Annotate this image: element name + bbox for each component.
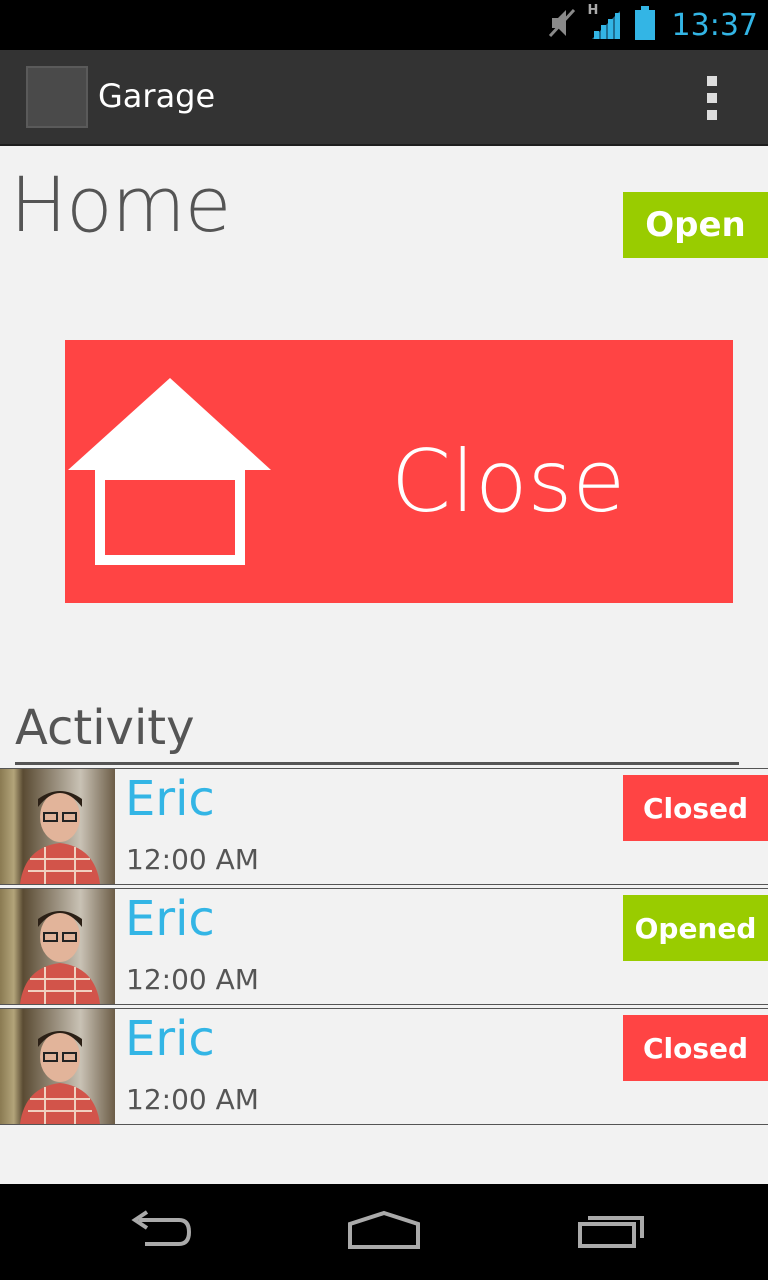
activity-user-name: Eric bbox=[125, 1011, 215, 1067]
activity-status-badge: Closed bbox=[623, 775, 768, 841]
activity-header: Activity bbox=[15, 700, 195, 756]
activity-row[interactable]: Eric 12:00 AM Closed bbox=[0, 1008, 768, 1125]
home-button[interactable] bbox=[324, 1184, 444, 1280]
navigation-bar bbox=[0, 1184, 768, 1280]
recent-apps-button[interactable] bbox=[552, 1184, 672, 1280]
activity-time: 12:00 AM bbox=[126, 1083, 259, 1116]
battery-icon bbox=[634, 6, 656, 44]
mute-icon bbox=[548, 6, 578, 44]
avatar bbox=[0, 889, 115, 1004]
menu-dot bbox=[707, 110, 717, 120]
activity-status-badge: Opened bbox=[623, 895, 768, 961]
avatar bbox=[0, 769, 115, 884]
app-title: Garage bbox=[98, 77, 216, 115]
door-status-badge: Open bbox=[623, 192, 768, 258]
activity-user-name: Eric bbox=[125, 771, 215, 827]
overflow-menu-icon[interactable] bbox=[696, 76, 728, 120]
close-door-label: Close bbox=[391, 432, 626, 532]
activity-row[interactable]: Eric 12:00 AM Closed bbox=[0, 768, 768, 885]
garage-door-icon bbox=[65, 376, 275, 570]
signal-icon: H bbox=[588, 3, 624, 43]
avatar bbox=[0, 1009, 115, 1124]
app-icon[interactable] bbox=[26, 66, 88, 128]
status-bar: H 13:37 bbox=[0, 0, 768, 50]
menu-dot bbox=[707, 76, 717, 86]
recent-apps-icon bbox=[576, 1210, 648, 1254]
activity-list: Eric 12:00 AM Closed Eric 12:00 AM Opene… bbox=[0, 768, 768, 1128]
action-bar: Garage bbox=[0, 50, 768, 146]
page-title: Home bbox=[10, 160, 231, 249]
back-icon bbox=[125, 1210, 195, 1254]
activity-time: 12:00 AM bbox=[126, 963, 259, 996]
activity-row[interactable]: Eric 12:00 AM Opened bbox=[0, 888, 768, 1005]
close-door-button[interactable]: Close bbox=[65, 340, 733, 603]
status-icons: H 13:37 bbox=[548, 0, 758, 50]
activity-time: 12:00 AM bbox=[126, 843, 259, 876]
network-type-label: H bbox=[587, 3, 599, 18]
activity-user-name: Eric bbox=[125, 891, 215, 947]
back-button[interactable] bbox=[100, 1184, 220, 1280]
status-time: 13:37 bbox=[671, 7, 758, 43]
home-icon bbox=[346, 1210, 422, 1254]
activity-status-badge: Closed bbox=[623, 1015, 768, 1081]
activity-divider bbox=[15, 762, 739, 765]
menu-dot bbox=[707, 93, 717, 103]
